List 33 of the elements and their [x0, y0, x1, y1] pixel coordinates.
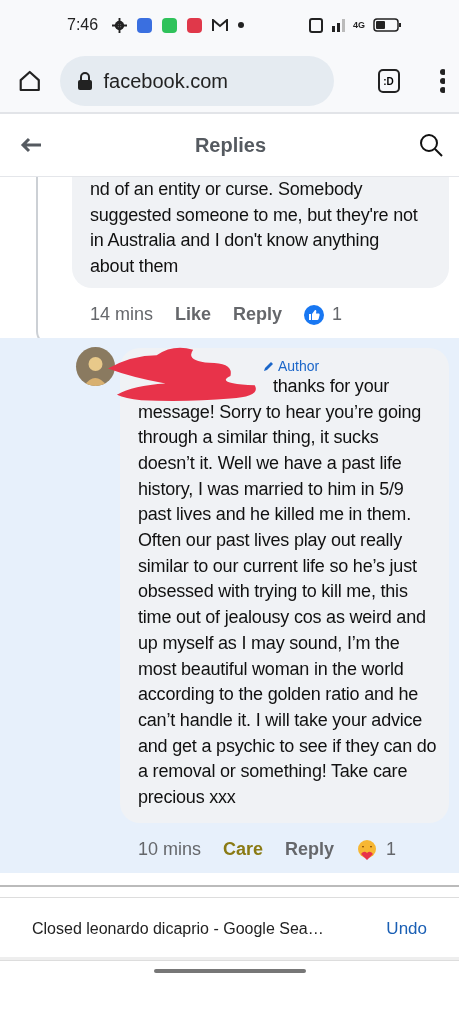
home-icon[interactable]	[18, 68, 42, 94]
address-bar[interactable]: facebook.com	[59, 56, 334, 106]
author-badge: Author	[263, 357, 320, 374]
url-text: facebook.com	[103, 69, 228, 93]
page-title: Replies	[193, 133, 268, 157]
signal-icon	[331, 18, 345, 32]
mail-icon	[212, 18, 229, 32]
reply-link[interactable]: Reply	[233, 304, 283, 326]
comment-time: 14 mins	[90, 304, 154, 326]
menu-icon[interactable]	[439, 69, 445, 93]
search-icon[interactable]	[419, 133, 443, 157]
comment-time: 10 mins	[138, 839, 202, 861]
battery-icon	[373, 18, 401, 32]
reaction-link[interactable]: Like	[175, 304, 212, 326]
reaction-count: 1	[386, 839, 397, 861]
reaction-count: 1	[332, 304, 343, 326]
avatar[interactable]	[76, 346, 115, 386]
reaction-link[interactable]: Care	[223, 839, 264, 861]
dot-icon	[238, 22, 245, 28]
app-notification-icon	[137, 17, 153, 33]
network-type: 4G	[353, 20, 365, 30]
back-arrow-icon[interactable]	[20, 137, 42, 153]
app-notification-icon	[162, 17, 178, 33]
comment-text: nd of an entity or curse. Somebody suggested someone to me, but they're not in Australia and I don't know anything about them	[90, 178, 419, 279]
app-notification-icon	[187, 17, 203, 33]
undo-button[interactable]: Undo	[386, 918, 427, 939]
snackbar-message: Closed leonardo dicaprio - Google Sea…	[32, 919, 325, 938]
comment-text: thanks for your message! Sorry to hear you’re going through a similar thing, it sucks doesn’t it. Well we have a past life history, I was married to him in 5/9 past lives and he killed me in them. Often our past lives play out really similar to our current life so he’s just obsessed with trying to kill me, this time out of jealousy cos as weird and up myself as I may sound, I’m the most beautiful woman in the world according to the golden ratio and he can’t handle it. I will take your advice and get a psychic to see if they can do a removal or something! Take care precious xxx	[138, 374, 438, 810]
status-time: 7:46	[67, 16, 99, 34]
reply-link[interactable]: Reply	[285, 839, 335, 861]
tab-switcher-button[interactable]: :D	[377, 69, 400, 93]
lock-icon	[77, 72, 92, 90]
gesture-bar[interactable]	[153, 968, 306, 973]
